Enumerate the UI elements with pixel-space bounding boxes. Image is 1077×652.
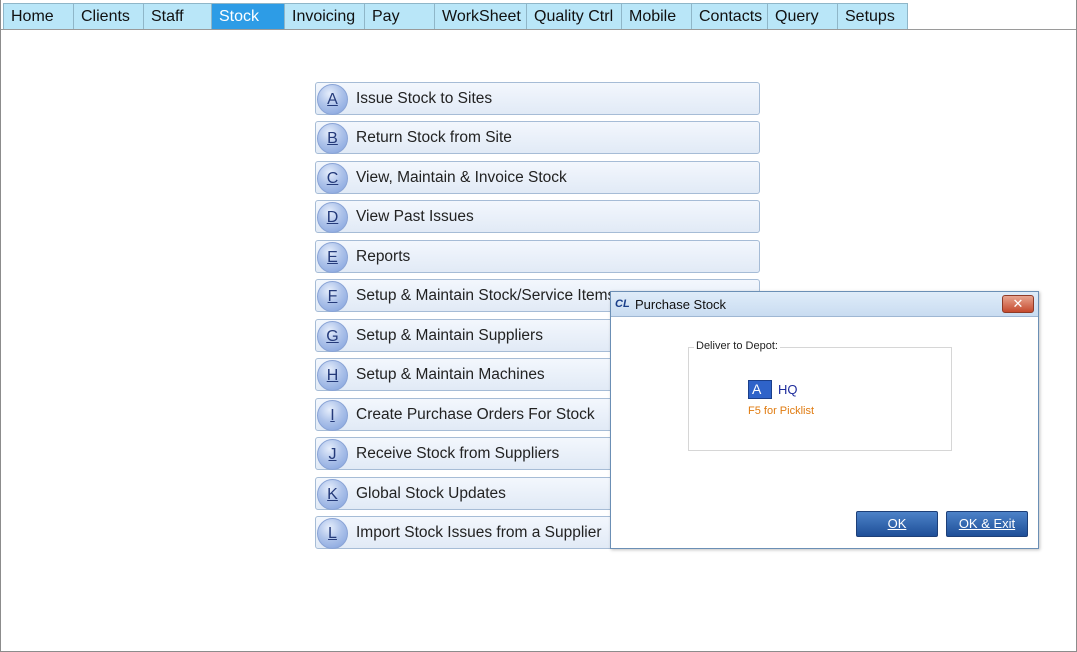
menu-key-badge: D — [317, 202, 348, 233]
tab-stock[interactable]: Stock — [212, 3, 285, 30]
tab-staff[interactable]: Staff — [144, 3, 212, 30]
menu-key-badge: F — [317, 281, 348, 312]
menu-label: Setup & Maintain Stock/Service Items — [356, 287, 616, 304]
purchase-stock-dialog: CL Purchase Stock ✕ Deliver to Depot: A … — [610, 291, 1039, 549]
menu-label: Return Stock from Site — [356, 129, 512, 146]
depot-code-input[interactable]: A — [748, 380, 772, 399]
menu-label: Setup & Maintain Suppliers — [356, 327, 543, 344]
tab-query[interactable]: Query — [768, 3, 838, 30]
dialog-title: Purchase Stock — [635, 297, 727, 312]
menu-key-badge: C — [317, 163, 348, 194]
tab-mobile[interactable]: Mobile — [622, 3, 692, 30]
depot-name: HQ — [778, 382, 798, 397]
menu-label: Import Stock Issues from a Supplier — [356, 524, 602, 541]
menu-return-stock-button[interactable]: B Return Stock from Site — [315, 121, 760, 154]
menu-label: Setup & Maintain Machines — [356, 366, 545, 383]
close-icon: ✕ — [1012, 296, 1024, 311]
ok-exit-button[interactable]: OK & Exit — [946, 511, 1028, 537]
menu-key-badge: A — [317, 84, 348, 115]
deliver-to-depot-group: Deliver to Depot: A HQ F5 for Picklist — [688, 340, 952, 451]
menu-key-badge: E — [317, 242, 348, 273]
menu-label: Reports — [356, 248, 411, 265]
close-button[interactable]: ✕ — [1002, 295, 1034, 313]
tab-contacts[interactable]: Contacts — [692, 3, 768, 30]
tab-clients[interactable]: Clients — [74, 3, 144, 30]
app-logo-icon: CL — [615, 298, 630, 310]
ok-exit-button-label: OK & Exit — [958, 516, 1016, 531]
tab-invoicing[interactable]: Invoicing — [285, 3, 365, 30]
tab-worksheet[interactable]: WorkSheet — [435, 3, 527, 30]
menu-label: Create Purchase Orders For Stock — [356, 406, 595, 423]
group-label: Deliver to Depot: — [694, 340, 780, 352]
menu-label: View Past Issues — [356, 208, 474, 225]
menu-label: Receive Stock from Suppliers — [356, 445, 560, 462]
tab-pay[interactable]: Pay — [365, 3, 435, 30]
ok-button-label: OK — [887, 516, 907, 531]
menu-key-badge: I — [317, 400, 348, 431]
menu-label: Issue Stock to Sites — [356, 90, 493, 107]
menu-view-maintain-invoice-button[interactable]: C View, Maintain & Invoice Stock — [315, 161, 760, 194]
dialog-title-bar[interactable]: CL Purchase Stock ✕ — [611, 292, 1038, 317]
menu-issue-stock-button[interactable]: A Issue Stock to Sites — [315, 82, 760, 115]
tab-home[interactable]: Home — [3, 3, 74, 30]
menu-label: Global Stock Updates — [356, 485, 506, 502]
menu-key-badge: J — [317, 439, 348, 470]
picklist-hint: F5 for Picklist — [748, 405, 815, 417]
menu-key-badge: K — [317, 479, 348, 510]
main-tab-bar: Home Clients Staff Stock Invoicing Pay W… — [3, 3, 908, 30]
menu-key-badge: B — [317, 123, 348, 154]
menu-key-badge: L — [317, 518, 348, 549]
tab-setups[interactable]: Setups — [838, 3, 908, 30]
menu-reports-button[interactable]: E Reports — [315, 240, 760, 273]
tab-bar-divider — [1, 29, 1076, 30]
menu-view-past-issues-button[interactable]: D View Past Issues — [315, 200, 760, 233]
menu-label: View, Maintain & Invoice Stock — [356, 169, 567, 186]
ok-button[interactable]: OK — [856, 511, 938, 537]
menu-key-badge: H — [317, 360, 348, 391]
tab-quality-ctrl[interactable]: Quality Ctrl — [527, 3, 622, 30]
menu-key-badge: G — [317, 321, 348, 352]
